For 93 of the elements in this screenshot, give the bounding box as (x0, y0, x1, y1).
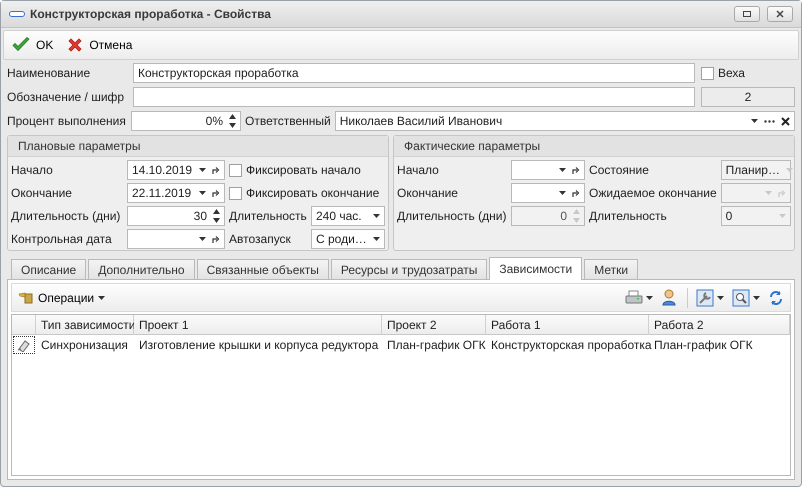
percent-field[interactable]: 0% (131, 111, 241, 131)
window-icon (9, 11, 25, 17)
number-field: 2 (701, 87, 795, 107)
field-label: Ответственный (245, 114, 331, 128)
field-label: Начало (397, 163, 440, 177)
checkbox[interactable] (229, 164, 242, 176)
table-cell-text: Синхронизация (40, 337, 129, 354)
field-label: Длительность (229, 209, 307, 223)
header-corner (12, 315, 36, 335)
number-field[interactable]: 30 (127, 206, 225, 226)
wrench-window-icon[interactable] (696, 288, 714, 306)
field-label: Контрольная дата (11, 232, 113, 246)
spin-arrows-icon[interactable] (213, 208, 220, 224)
checkbox-label: Веха (718, 66, 745, 80)
tab[interactable]: Описание (11, 259, 86, 279)
clear-icon[interactable] (781, 116, 790, 126)
caret-icon (559, 191, 566, 195)
checkbox[interactable] (229, 186, 242, 200)
field-label: Процент выполнения (7, 114, 127, 128)
checkbox[interactable] (701, 66, 714, 80)
caret-icon (717, 296, 724, 300)
checkbox-label: Фиксировать окончание (246, 186, 380, 200)
caret-icon (779, 214, 786, 218)
tab[interactable]: Ресурсы и трудозатраты (330, 259, 488, 279)
field-label: Длительность (дни) (11, 209, 122, 223)
maximize-icon (743, 11, 751, 17)
field-label: Автозапуск (229, 232, 292, 246)
date-field[interactable]: 22.11.2019 (127, 183, 225, 203)
field-label: Ожидаемое окончание (589, 186, 717, 200)
caret-icon (751, 119, 758, 123)
responsible-field[interactable]: Николаев Василий Иванович (334, 111, 795, 131)
ok-button[interactable]: OK (8, 35, 58, 55)
corner-arrow-icon (572, 189, 580, 197)
field-label: Наименование (7, 66, 92, 80)
corner-arrow-icon (212, 189, 220, 197)
field-label: Обозначение / шифр (7, 90, 126, 104)
cancel-button[interactable]: Отмена (63, 35, 136, 55)
table-cell-text: План-график ОГК (653, 337, 754, 354)
caret-icon (199, 237, 206, 241)
tab[interactable]: Метки (584, 259, 638, 279)
code-field[interactable] (133, 87, 695, 107)
maximize-button[interactable] (734, 6, 760, 22)
date-field[interactable] (511, 183, 586, 203)
checkmark-icon (12, 37, 30, 53)
refresh-icon[interactable] (768, 290, 784, 306)
caret-icon (765, 191, 772, 195)
tab[interactable]: Зависимости (489, 257, 582, 280)
cross-icon (67, 37, 84, 53)
table-cell-text: Конструкторская проработка (490, 337, 649, 354)
caret-icon (559, 168, 566, 172)
corner-arrow-icon (212, 235, 220, 243)
group-title: Фактические параметры (394, 136, 794, 157)
caret-icon (373, 237, 380, 241)
tab[interactable]: Связанные объекты (196, 259, 329, 279)
caret-icon (646, 296, 653, 300)
more-icon[interactable] (764, 120, 775, 122)
window-title: Конструкторская проработка - Свойства (30, 7, 272, 21)
field-label: Длительность (дни) (397, 209, 508, 223)
corner-arrow-icon (212, 166, 220, 174)
column-header[interactable]: Проект 2 (382, 315, 486, 335)
close-button[interactable] (767, 6, 793, 22)
field-label: Длительность (589, 209, 668, 223)
operations-menu[interactable]: Операции (18, 290, 106, 306)
caret-icon (753, 296, 760, 300)
spin-arrows-icon[interactable] (229, 113, 236, 129)
column-header[interactable]: Работа 2 (649, 315, 790, 335)
caret-icon (199, 168, 206, 172)
magnifier-window-icon[interactable] (732, 288, 750, 306)
caret-icon (373, 214, 380, 218)
caret-icon (98, 296, 106, 300)
group-title: Плановые параметры (8, 136, 388, 157)
table-cell-text: Изготовление крышки и корпуса редуктора (138, 337, 380, 354)
caret-icon (199, 191, 206, 195)
table-cell-text: План-график ОГК (386, 337, 486, 354)
column-header[interactable]: Проект 1 (134, 315, 382, 335)
date-field[interactable] (511, 160, 586, 180)
date-field[interactable]: 14.10.2019 (127, 160, 225, 180)
column-header[interactable]: Работа 1 (486, 315, 649, 335)
field-label: Начало (11, 163, 54, 177)
close-icon (776, 10, 784, 18)
field-label: Окончание (11, 186, 73, 200)
dropdown[interactable]: 240 час. (311, 206, 386, 226)
checkbox-label: Фиксировать начало (246, 163, 361, 177)
printer-icon[interactable] (625, 290, 643, 306)
date-field[interactable] (127, 229, 225, 249)
field-label: Окончание (397, 186, 459, 200)
column-header[interactable]: Тип зависимости (36, 315, 134, 335)
dropdown[interactable]: С роди… (311, 229, 386, 249)
corner-arrow-icon (778, 189, 786, 197)
field-label: Состояние (589, 163, 650, 177)
tab[interactable]: Дополнительно (88, 259, 195, 279)
name-field[interactable]: Конструкторская проработка (133, 63, 695, 83)
corner-arrow-icon (572, 166, 580, 174)
